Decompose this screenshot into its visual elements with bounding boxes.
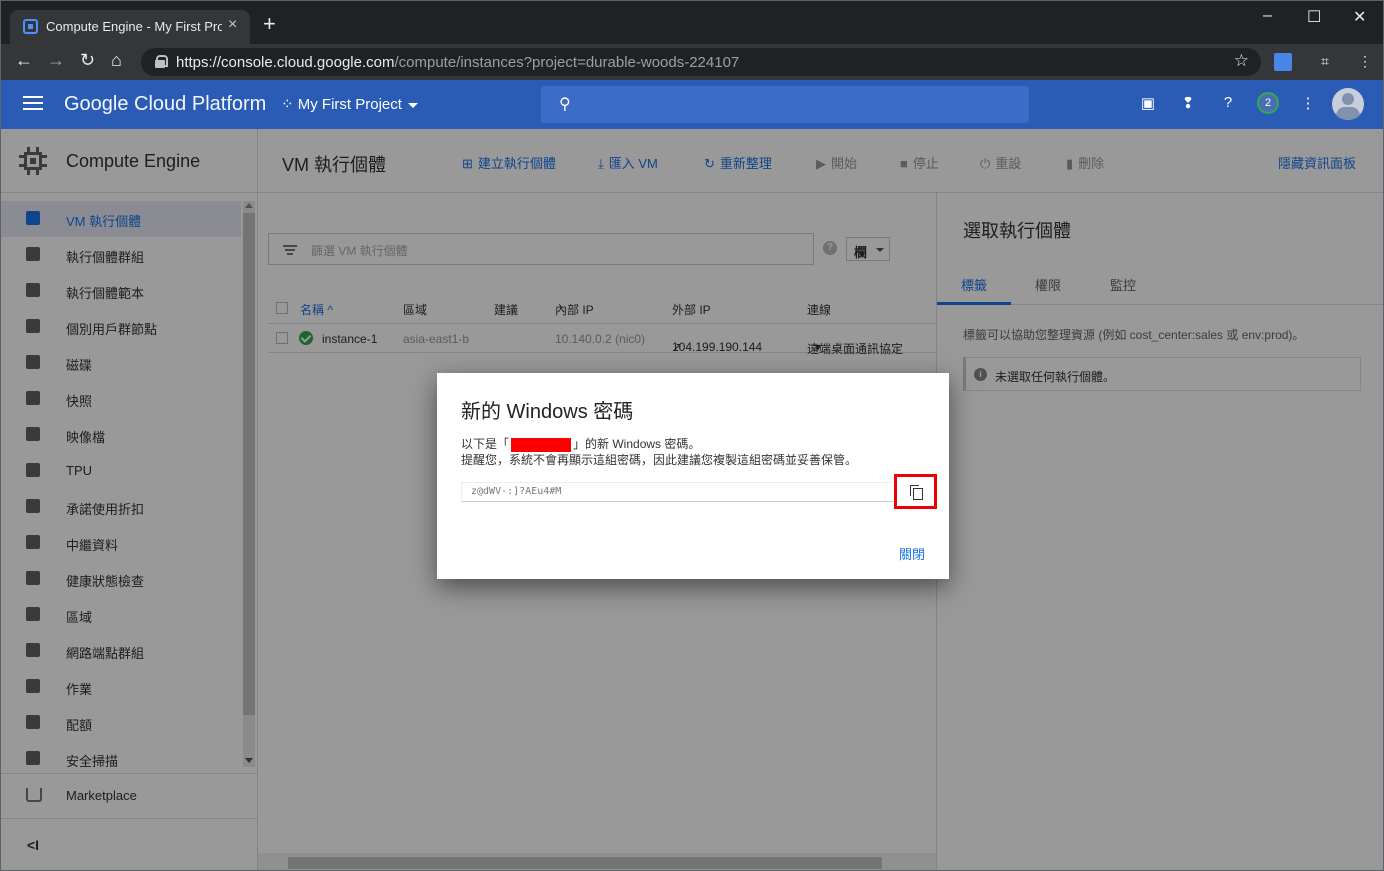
tab-strip: Compute Engine - My First Proj × + – ☐ ✕ <box>1 1 1383 44</box>
gcp-brand[interactable]: Google Cloud Platform <box>64 93 266 116</box>
copy-icon <box>910 485 923 500</box>
tab-close-icon[interactable]: × <box>228 16 237 34</box>
minimize-button[interactable]: – <box>1263 7 1272 25</box>
redacted-username <box>511 437 572 452</box>
chevron-down-icon <box>407 102 418 108</box>
browser-menu-icon[interactable]: ⋮ <box>1358 53 1372 70</box>
compute-engine-favicon-icon <box>23 19 38 34</box>
dialog-title: 新的 Windows 密碼 <box>461 401 634 423</box>
lock-icon <box>155 55 168 68</box>
copy-password-button[interactable] <box>894 474 937 509</box>
bookmark-star-icon[interactable]: ☆ <box>1234 51 1249 71</box>
new-tab-button[interactable]: + <box>263 11 276 37</box>
incognito-icon[interactable]: ⌗ <box>1321 53 1329 70</box>
url-field[interactable]: https://console.cloud.google.com/compute… <box>141 48 1261 76</box>
close-window-button[interactable]: ✕ <box>1353 7 1366 27</box>
password-field[interactable]: z@dWV-:]?AEu4#M <box>461 482 893 502</box>
project-name: My First Project <box>297 96 402 113</box>
browser-window: Compute Engine - My First Proj × + – ☐ ✕… <box>0 0 1384 871</box>
feedback-icon[interactable]: ❢ <box>1178 94 1198 112</box>
forward-button[interactable]: → <box>47 50 65 71</box>
dialog-message-line1: 以下是「 」的新 Windows 密碼。 <box>461 437 701 452</box>
help-icon[interactable]: ? <box>1218 94 1238 111</box>
cloud-shell-icon[interactable]: ▣ <box>1138 94 1158 112</box>
browser-tab[interactable]: Compute Engine - My First Proj × <box>10 10 250 44</box>
home-button[interactable]: ⌂ <box>111 50 122 71</box>
maximize-button[interactable]: ☐ <box>1307 7 1321 27</box>
url-text: https://console.cloud.google.com/compute… <box>176 54 740 71</box>
hamburger-menu-icon[interactable] <box>23 96 43 110</box>
avatar[interactable] <box>1332 88 1364 120</box>
gcp-header: Google Cloud Platform ⁘ My First Project… <box>1 80 1383 129</box>
search-icon: ⚲ <box>559 96 571 113</box>
notifications-badge[interactable]: 2 <box>1257 92 1279 114</box>
more-options-icon[interactable]: ⋮ <box>1298 94 1318 112</box>
close-button[interactable]: 關閉 <box>899 544 925 563</box>
windows-password-dialog: 新的 Windows 密碼 以下是「 」的新 Windows 密碼。 提醒您，系統… <box>437 373 949 579</box>
search-input[interactable]: ⚲ <box>541 86 1029 123</box>
project-dots-icon: ⁘ <box>281 96 298 113</box>
tab-title: Compute Engine - My First Proj <box>46 19 222 34</box>
reload-button[interactable]: ↻ <box>80 50 95 71</box>
back-button[interactable]: ← <box>15 50 33 71</box>
dialog-message-line2: 提醒您，系統不會再顯示這組密碼，因此建議您複製這組密碼並妥善保管。 <box>461 453 858 467</box>
translate-extension-icon[interactable] <box>1274 53 1292 71</box>
address-bar: ← → ↻ ⌂ https://console.cloud.google.com… <box>1 44 1383 80</box>
project-selector[interactable]: ⁘ My First Project <box>281 95 418 113</box>
